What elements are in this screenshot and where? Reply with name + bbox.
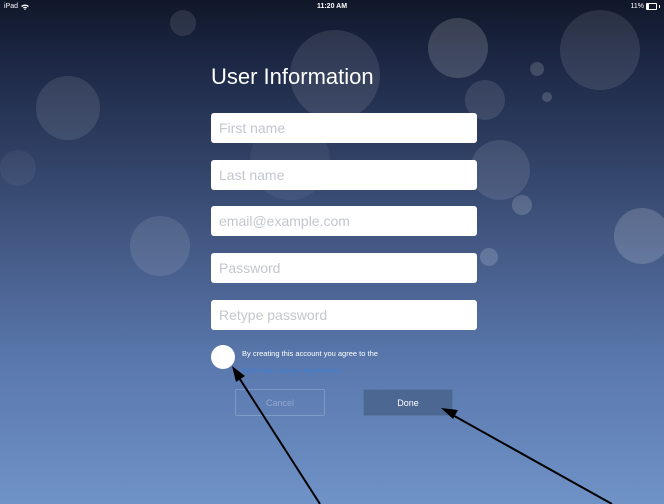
- battery-icon: [646, 3, 657, 10]
- bokeh-circle: [560, 10, 640, 90]
- bokeh-circle: [530, 62, 544, 76]
- bokeh-circle: [480, 248, 498, 266]
- last-name-field[interactable]: [211, 160, 477, 190]
- bokeh-circle: [470, 140, 530, 200]
- arrow-to-done-button: [441, 408, 613, 504]
- agree-text: By creating this account you agree to th…: [242, 349, 378, 358]
- bokeh-circle: [512, 195, 532, 215]
- bokeh-circle: [0, 150, 36, 186]
- bokeh-circle: [614, 208, 664, 264]
- status-right: 11%: [630, 3, 660, 10]
- app-screen: iPad 11:20 AM 11% User Information By cr…: [0, 0, 664, 504]
- license-agreement-link[interactable]: End User License Agreement: [242, 366, 340, 375]
- cancel-button[interactable]: Cancel: [235, 389, 325, 416]
- email-field[interactable]: [211, 206, 477, 236]
- status-time: 11:20 AM: [316, 3, 348, 10]
- battery-percent: 11%: [630, 3, 645, 10]
- retype-password-field[interactable]: [211, 300, 477, 330]
- bokeh-circle: [36, 76, 100, 140]
- bokeh-circle: [130, 216, 190, 276]
- first-name-field[interactable]: [211, 113, 477, 143]
- agree-checkbox[interactable]: [211, 345, 235, 369]
- arrow-to-checkbox: [232, 366, 321, 504]
- page-title: User Information: [211, 64, 374, 89]
- bokeh-circle: [542, 92, 552, 102]
- password-field[interactable]: [211, 253, 477, 283]
- done-button[interactable]: Done: [363, 389, 453, 416]
- status-bar: iPad 11:20 AM 11%: [0, 0, 664, 14]
- battery-tip: [659, 5, 660, 8]
- bokeh-circle: [428, 18, 488, 78]
